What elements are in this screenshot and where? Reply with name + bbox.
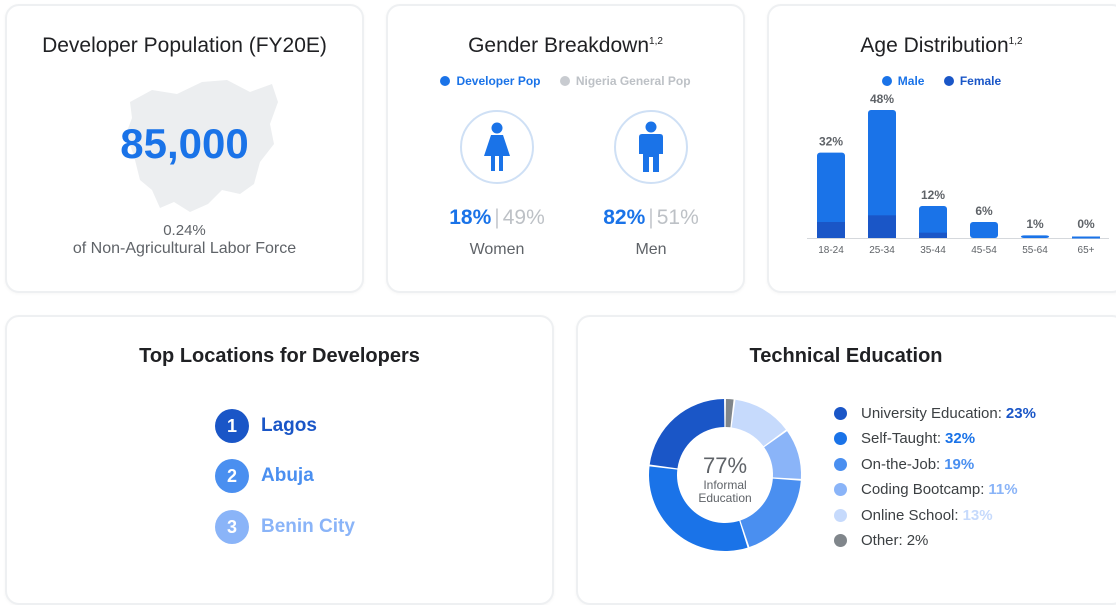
- age-tick-label-18-24: 18-24: [818, 245, 844, 256]
- legend-general-pop-label: Nigeria General Pop: [575, 74, 691, 88]
- age-bar-chart: 32% 18-24 48% 25-34 12% 35-44 6% 45-54 1% 55-64 0%…: [807, 92, 1109, 256]
- age-tick-label-25-34: 25-34: [869, 245, 895, 256]
- legend-label: Coding Bootcamp:: [861, 481, 985, 498]
- legend-developer-pop: Developer Pop: [440, 74, 540, 88]
- population-card: Developer Population (FY20E) 85,000 0.24…: [5, 4, 364, 293]
- location-rank-1: 1: [215, 409, 249, 443]
- age-legend: Male Female: [769, 74, 1114, 88]
- legend-value: 2%: [906, 532, 929, 549]
- age-data-label-45-54: 6%: [975, 204, 993, 218]
- gender-legend: Developer Pop Nigeria General Pop: [388, 74, 743, 88]
- legend-male: Male: [881, 74, 925, 88]
- population-title: Developer Population (FY20E): [42, 34, 327, 57]
- age-bar-male-45-54: [970, 222, 998, 238]
- legend-label: On-the-Job:: [861, 455, 941, 473]
- education-legend-item: Self-Taught: 32%: [834, 429, 975, 449]
- gender-card: Gender Breakdown1,2 Developer Pop Nigeri…: [386, 4, 745, 293]
- age-tick-label-45-54: 45-54: [971, 245, 997, 256]
- age-bar-female-25-34: [868, 215, 896, 238]
- women-dev-pct: 18%: [449, 206, 492, 229]
- men-dev-pct: 82%: [603, 206, 646, 229]
- gender-title: Gender Breakdown1,2: [388, 34, 743, 58]
- education-title: Technical Education: [749, 345, 943, 367]
- locations-title: Top Locations for Developers: [139, 345, 420, 367]
- legend-label: University Education:: [861, 404, 1002, 422]
- location-rank-2: 2: [215, 459, 249, 493]
- legend-label: Self-Taught:: [861, 430, 942, 447]
- education-donut-chart: 77% Informal Education: [649, 399, 801, 551]
- age-data-label-65+: 0%: [1077, 217, 1095, 231]
- legend-female: Female: [943, 74, 1002, 88]
- legend-general-pop: Nigeria General Pop: [559, 74, 691, 88]
- age-title-sup: 1,2: [1008, 36, 1023, 47]
- legend-female-label: Female: [959, 74, 1002, 88]
- age-data-label-35-44: 12%: [921, 188, 945, 202]
- population-value: 85,000: [120, 120, 249, 167]
- women-percentages: 18% | 49%: [449, 206, 545, 229]
- legend-developer-pop-label: Developer Pop: [456, 74, 541, 88]
- donut-center-line2: Education: [698, 491, 751, 505]
- age-bar-female-18-24: [817, 222, 845, 238]
- legend-label: Other:: [861, 532, 903, 549]
- age-title-text: Age Distribution: [860, 34, 1009, 57]
- age-bar-male-55-64: [1021, 235, 1049, 238]
- donut-center-line1: Informal: [703, 478, 746, 492]
- location-name-3: Benin City: [261, 516, 355, 537]
- legend-male-label: Male: [897, 74, 925, 88]
- age-data-label-18-24: 32%: [819, 135, 843, 149]
- women-label: Women: [469, 241, 525, 258]
- education-card: Technical Education 77% Informal Educati…: [576, 315, 1116, 605]
- location-name-2: Abuja: [261, 465, 314, 486]
- location-item-2: 2 Abuja: [215, 458, 314, 494]
- age-title: Age Distribution1,2: [769, 34, 1114, 58]
- legend-dot: [834, 406, 847, 420]
- men-general-pct: 51%: [656, 206, 699, 229]
- legend-value: 32%: [945, 430, 976, 447]
- age-tick-label-35-44: 35-44: [920, 245, 946, 256]
- age-data-label-25-34: 48%: [870, 92, 894, 106]
- location-item-1: 1 Lagos: [215, 408, 317, 444]
- location-name-1: Lagos: [261, 415, 317, 436]
- education-legend-item: On-the-Job: 19%: [834, 454, 974, 474]
- legend-value: 23%: [1005, 404, 1036, 422]
- age-tick-label-65+: 65+: [1078, 245, 1095, 256]
- age-bar-female-35-44: [919, 232, 947, 238]
- gender-title-text: Gender Breakdown: [468, 34, 650, 57]
- gender-title-sup: 1,2: [649, 36, 663, 47]
- men-icon: [614, 110, 688, 184]
- education-legend-item: University Education: 23%: [834, 403, 1036, 423]
- men-percentages: 82% | 51%: [603, 206, 699, 229]
- legend-value: 19%: [944, 455, 975, 473]
- location-item-3: 3 Benin City: [215, 509, 355, 545]
- age-card: Age Distribution1,2 Male Female 32% 18-24…: [767, 4, 1116, 293]
- donut-center-value: 77%: [703, 453, 747, 478]
- locations-card: Top Locations for Developers 1 Lagos 2 A…: [5, 315, 554, 605]
- legend-dot: [834, 432, 847, 445]
- education-legend-item: Other: 2%: [834, 531, 928, 551]
- legend-dot: [834, 457, 847, 471]
- population-caption: of Non-Agricultural Labor Force: [72, 240, 297, 257]
- legend-value: 13%: [962, 506, 993, 524]
- age-data-label-55-64: 1%: [1026, 217, 1044, 231]
- legend-dot: [834, 508, 847, 522]
- education-legend-item: Coding Bootcamp: 11%: [834, 480, 1018, 500]
- population-share: 0.24%: [163, 222, 206, 239]
- legend-label: Online School:: [861, 506, 959, 524]
- women-general-pct: 49%: [502, 206, 545, 229]
- education-legend-item: Online School: 13%: [834, 505, 993, 525]
- women-icon: [460, 110, 534, 184]
- location-rank-3: 3: [215, 510, 249, 544]
- legend-dot: [834, 534, 847, 547]
- donut-slice-on-the-job: [740, 478, 801, 547]
- legend-dot: [834, 483, 847, 496]
- age-tick-label-55-64: 55-64: [1022, 245, 1048, 256]
- men-label: Men: [635, 241, 667, 258]
- legend-value: 11%: [988, 481, 1018, 498]
